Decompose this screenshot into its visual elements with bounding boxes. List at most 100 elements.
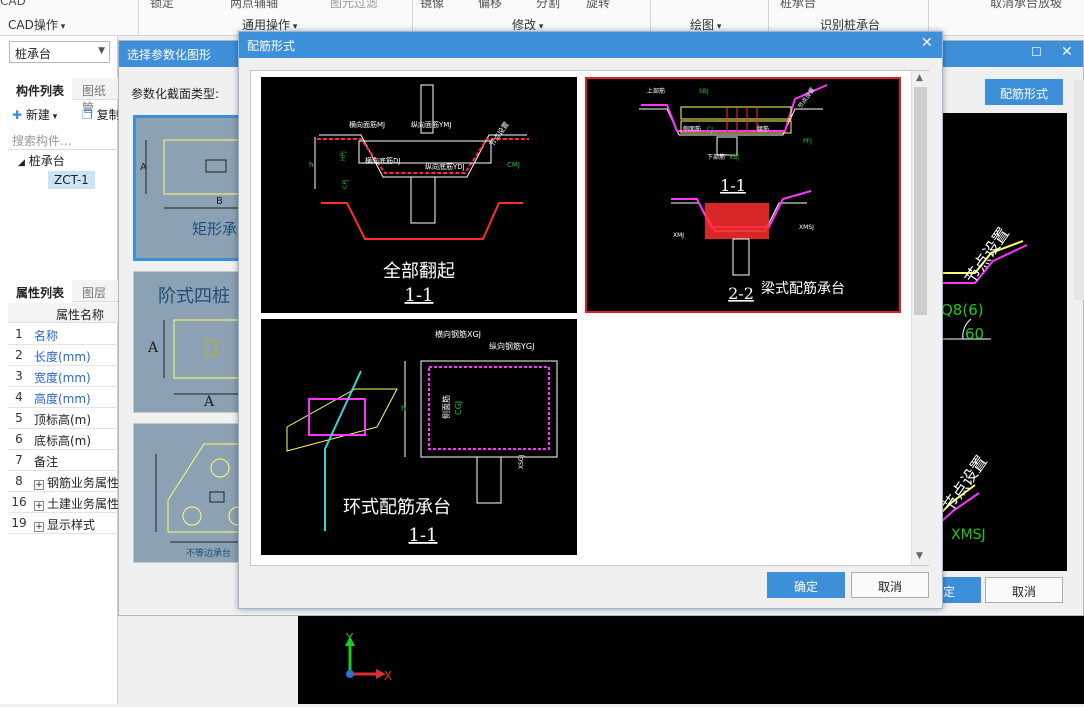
property-row-label: 土建业务属性 (47, 497, 118, 511)
opt1-label: CPJ (342, 179, 349, 189)
rebar-form-button[interactable]: 配筋形式 (985, 79, 1063, 105)
offset-label: 偏移 (478, 0, 503, 10)
full-bendup-diagram: 横向面筋MJ 纵向面筋YMJ 横向底筋DJ 纵向底筋YDJ 节点设置 CMJ H… (309, 84, 529, 306)
chevron-down-icon: ▼ (98, 46, 105, 56)
property-row-label: 高度(mm) (34, 392, 91, 406)
opt3-label: XSGJ (518, 454, 525, 469)
ribbon-cap-label: 桩承台 (780, 0, 816, 11)
tree-root[interactable]: ◢ 桩承台 (18, 152, 65, 169)
search-input[interactable]: 搜索构件... (8, 130, 118, 150)
tab-component-list[interactable]: 构件列表 (8, 78, 73, 100)
opt1-label: 节点设置 (487, 120, 510, 148)
new-button[interactable]: ✚ 新建 ▾ (12, 106, 57, 123)
ribbon-lock-button[interactable]: 锁定 (150, 0, 174, 11)
preview-q8-text: Q8(6) (941, 301, 984, 319)
scrollbar-thumb[interactable] (914, 87, 927, 315)
rebar-option-full-bendup[interactable]: 横向面筋MJ 纵向面筋YMJ 横向底筋DJ 纵向底筋YDJ 节点设置 CMJ H… (261, 77, 577, 313)
opt3-label: 横向钢筋XGJ (435, 329, 481, 339)
property-row[interactable]: 1 名称 (8, 324, 118, 345)
property-row-name: + 土建业务属性 (34, 495, 118, 512)
ribbon-rotate-button[interactable]: 旋转 (586, 0, 610, 11)
scroll-up-icon[interactable]: ▲ (916, 73, 923, 83)
tab-layer-manager[interactable]: 图层管 (74, 280, 118, 317)
options-scrollbar[interactable]: ▲ ▼ (911, 71, 929, 565)
property-row-name: + 显示样式 (34, 516, 118, 533)
tab-property-list[interactable]: 属性列表 (8, 280, 73, 302)
expand-icon[interactable]: + (34, 501, 44, 511)
expand-icon[interactable]: + (34, 522, 44, 532)
ribbon-split-button[interactable]: 分割 (536, 0, 560, 11)
ribbon-mirror-button[interactable]: 镜像 (420, 0, 444, 11)
opt2-label: 腰筋 (757, 125, 769, 133)
property-row[interactable]: 7 备注 (8, 450, 118, 471)
group-draw-label: 绘图 (690, 18, 715, 32)
close-icon[interactable]: ✕ (921, 35, 933, 51)
rebar-cancel-button[interactable]: 取消 (851, 572, 929, 598)
tab-drawing-manager[interactable]: 图纸管 (74, 78, 118, 115)
axis-indicator: Y X (345, 631, 392, 683)
filter-label: 图元过滤 (330, 0, 379, 10)
opt1-label: HPJ (340, 151, 347, 161)
tree-item-zct-1[interactable]: ZCT-1 (48, 171, 95, 189)
opt2-label: XBJ (729, 154, 739, 161)
tree-item-label: ZCT-1 (54, 173, 89, 187)
preview-node-setting-text-2: 节点设置 (939, 452, 991, 515)
ribbon-two-point-axis-button[interactable]: 两点辅轴 (230, 0, 278, 11)
opt1-label: CMJ (507, 161, 520, 169)
copy-button[interactable]: ❐ 复制 (82, 106, 121, 123)
property-header-label: 属性名称 (56, 308, 105, 322)
opt1-label: 纵向底筋YDJ (425, 162, 465, 171)
property-header: 属性名称 (8, 303, 118, 323)
opt3-caption: 环式配筋承台 (343, 497, 451, 518)
thumb-unequal-cap[interactable]: 不等边承台 (133, 423, 248, 563)
type-combo[interactable]: 桩承台 ▼ (9, 41, 110, 63)
property-row-label: 宽度(mm) (34, 371, 91, 385)
rebar-confirm-label: 确定 (793, 580, 818, 594)
rebar-option-beam-cap[interactable]: 上部筋 SBJ 节点设置 侧面筋 CJ 腰筋 下部筋 XBJ PFJ XMSJ … (585, 77, 901, 313)
param-cancel-button[interactable]: 取消 (985, 577, 1063, 603)
property-row[interactable]: 6 底标高(m) (8, 429, 118, 450)
tab-component-list-label: 构件列表 (16, 84, 65, 98)
ribbon-filter-button[interactable]: 图元过滤 (330, 0, 378, 11)
property-row-name: + 钢筋业务属性 (34, 474, 118, 491)
expand-icon[interactable]: + (34, 480, 44, 490)
property-row-name: 底标高(m) (34, 432, 118, 449)
maximize-icon[interactable]: ☐ (1031, 45, 1042, 59)
preview-drawing: 节点设置 Q8(6) 60 节点设置 XMSJ (931, 224, 1028, 543)
ribbon-offset-button[interactable]: 偏移 (478, 0, 502, 11)
param-dialog-title: 选择参数化图形 (127, 48, 212, 62)
cad-canvas[interactable]: Y X (298, 616, 1084, 704)
property-row-number: 2 (15, 348, 23, 362)
opt2-label: XMSJ (799, 224, 814, 231)
property-row[interactable]: 19 + 显示样式 (8, 513, 118, 534)
opt2-caption: 梁式配筋承台 (761, 280, 845, 297)
property-row-number: 6 (15, 432, 23, 446)
group-cad-ops[interactable]: CAD操作 (8, 16, 65, 33)
thumb-rect-cap[interactable]: A B 矩形承台 (133, 115, 252, 261)
property-row[interactable]: 4 高度(mm) (8, 387, 118, 408)
property-row[interactable]: 16 + 土建业务属性 (8, 492, 118, 513)
lock-label: 锁定 (150, 0, 175, 10)
new-icon: ✚ (12, 108, 23, 122)
rebar-option-ring-cap[interactable]: 横向钢筋XGJ 纵向钢筋YGJ 侧面筋 CGJ XSGJ h 环式配筋承台 1-… (261, 319, 577, 555)
property-row[interactable]: 5 顶标高(m) (8, 408, 118, 429)
rebar-confirm-button[interactable]: 确定 (767, 572, 845, 598)
property-row[interactable]: 3 宽度(mm) (8, 366, 118, 387)
ribbon-cancel-slope-button[interactable]: 取消承台放坡 (990, 0, 1062, 11)
thumb-step-four-pile[interactable]: 阶式四桩 A A (133, 271, 245, 413)
close-icon[interactable]: ✕ (1061, 44, 1073, 60)
property-row[interactable]: 8 + 钢筋业务属性 (8, 471, 118, 492)
property-row-name: 备注 (34, 453, 118, 470)
param-cancel-label: 取消 (1011, 585, 1036, 599)
ring-cap-diagram: 横向钢筋XGJ 纵向钢筋YGJ 侧面筋 CGJ XSGJ h 环式配筋承台 1-… (286, 329, 558, 546)
property-row[interactable]: 2 长度(mm) (8, 345, 118, 366)
preview-60-text: 60 (965, 325, 984, 343)
svg-text:A: A (147, 340, 159, 356)
thumb-step-four-pile-label: 阶式四桩 (158, 286, 230, 307)
group-modify-label: 修改 (512, 18, 537, 32)
split-label: 分割 (536, 0, 561, 10)
right-toolbar-strip (1074, 80, 1084, 300)
property-row-name: 长度(mm) (34, 348, 118, 365)
scroll-down-icon[interactable]: ▼ (916, 551, 923, 561)
rebar-form-dialog: 配筋形式 ✕ 横向面筋MJ 纵向面筋YMJ 横向底筋DJ 纵向底筋YDJ 节点设… (238, 31, 943, 609)
